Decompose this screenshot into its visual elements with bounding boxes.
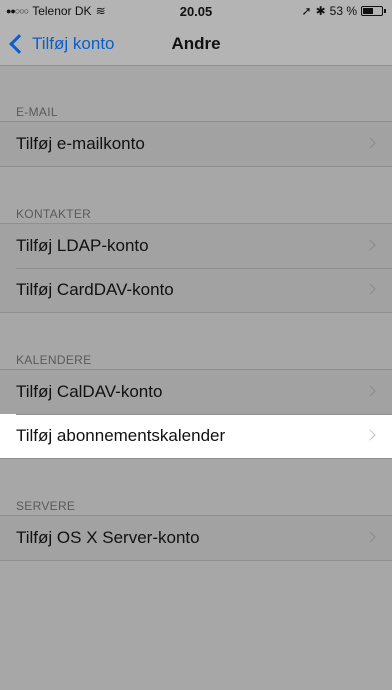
group-contacts: Tilføj LDAP-konto Tilføj CardDAV-konto <box>0 223 392 313</box>
section-header-calendars: KALENDERE <box>16 353 92 367</box>
battery-icon <box>361 6 383 16</box>
back-button[interactable]: Tilføj konto <box>6 22 115 66</box>
row-label: Tilføj LDAP-konto <box>16 236 149 255</box>
row-add-carddav-account[interactable]: Tilføj CardDAV-konto <box>0 268 392 312</box>
row-add-subscribed-calendar[interactable]: Tilføj abonnementskalender <box>0 414 392 458</box>
row-add-email-account[interactable]: Tilføj e-mailkonto <box>0 122 392 166</box>
navigation-bar: Tilføj konto Andre <box>0 22 392 66</box>
chevron-right-icon <box>364 283 376 295</box>
battery-percent: 53 % <box>329 4 357 18</box>
row-add-caldav-account[interactable]: Tilføj CalDAV-konto <box>0 370 392 414</box>
chevron-right-icon <box>364 137 376 149</box>
location-icon: ➚ <box>301 4 312 18</box>
status-bar: ●●○○○ Telenor DK ≋ 20.05 ➚ ✱ 53 % <box>0 0 392 22</box>
battery-fill <box>363 8 373 14</box>
settings-list: E-MAIL Tilføj e-mailkonto KONTAKTER Tilf… <box>0 66 392 561</box>
battery-tip <box>384 9 386 13</box>
row-label: Tilføj abonnementskalender <box>16 426 226 445</box>
group-servers: Tilføj OS X Server-konto <box>0 515 392 561</box>
row-label: Tilføj CardDAV-konto <box>16 280 174 299</box>
row-add-ldap-account[interactable]: Tilføj LDAP-konto <box>0 224 392 268</box>
bluetooth-icon: ✱ <box>315 4 326 18</box>
section-header-email: E-MAIL <box>16 105 58 119</box>
row-label: Tilføj e-mailkonto <box>16 134 145 153</box>
group-email: Tilføj e-mailkonto <box>0 121 392 167</box>
chevron-right-icon <box>364 429 376 441</box>
section-header-servers: SERVERE <box>16 499 76 513</box>
back-button-label: Tilføj konto <box>32 34 115 53</box>
chevron-right-icon <box>364 531 376 543</box>
chevron-right-icon <box>364 385 376 397</box>
row-label: Tilføj OS X Server-konto <box>16 528 200 547</box>
section-header-contacts: KONTAKTER <box>16 207 92 221</box>
chevron-right-icon <box>364 239 376 251</box>
row-label: Tilføj CalDAV-konto <box>16 382 163 401</box>
chevron-left-icon <box>9 34 29 54</box>
group-calendars: Tilføj CalDAV-konto Tilføj abonnementska… <box>0 369 392 459</box>
row-add-osx-server-account[interactable]: Tilføj OS X Server-konto <box>0 516 392 560</box>
status-right: ➚ ✱ 53 % <box>302 4 386 18</box>
